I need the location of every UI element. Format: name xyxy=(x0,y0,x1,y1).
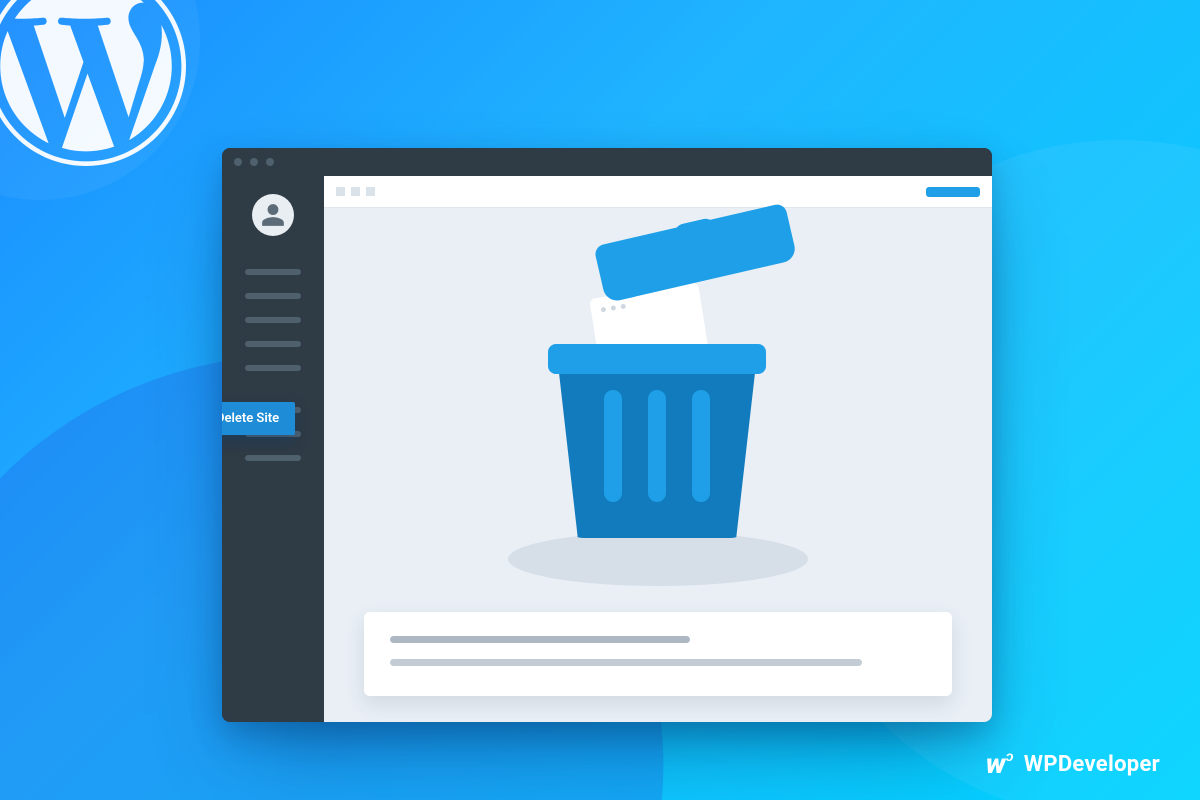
window-control-dot[interactable] xyxy=(234,158,242,166)
window-titlebar xyxy=(222,148,992,176)
avatar[interactable] xyxy=(252,194,294,236)
window-control-dot[interactable] xyxy=(250,158,258,166)
toolbar-left xyxy=(336,187,375,196)
sidebar-item[interactable] xyxy=(245,293,301,299)
content-pane xyxy=(324,176,992,722)
wpdeveloper-badge: wɔ WPDeveloper xyxy=(986,750,1160,778)
text-placeholder-line xyxy=(390,636,690,643)
delete-site-button[interactable]: Delete Site xyxy=(222,402,295,435)
sidebar-item[interactable] xyxy=(245,317,301,323)
trash-lid-icon xyxy=(600,246,796,304)
sidebar-item[interactable] xyxy=(245,365,301,371)
illustration-shadow xyxy=(508,532,808,586)
content-canvas xyxy=(324,208,992,722)
toolbar-square-icon[interactable] xyxy=(351,187,360,196)
sidebar-item[interactable] xyxy=(245,269,301,275)
wordpress-logo-icon xyxy=(0,0,186,166)
trash-illustration xyxy=(528,246,788,536)
sidebar: Delete Site xyxy=(222,176,324,722)
toolbar-action-button[interactable] xyxy=(926,187,980,197)
sidebar-item[interactable] xyxy=(245,341,301,347)
window-control-dot[interactable] xyxy=(266,158,274,166)
content-toolbar xyxy=(324,176,992,208)
sidebar-item[interactable] xyxy=(245,455,301,461)
window-body: Delete Site xyxy=(222,176,992,722)
toolbar-square-icon[interactable] xyxy=(366,187,375,196)
wpdeveloper-mark-icon: wɔ xyxy=(986,750,1014,778)
user-icon xyxy=(260,202,286,228)
background: Delete Site xyxy=(0,0,1200,800)
wpdeveloper-label: WPDeveloper xyxy=(1024,752,1160,777)
info-card xyxy=(364,612,952,696)
admin-window: Delete Site xyxy=(222,148,992,722)
toolbar-square-icon[interactable] xyxy=(336,187,345,196)
trash-can-icon xyxy=(558,354,756,538)
text-placeholder-line xyxy=(390,659,862,666)
